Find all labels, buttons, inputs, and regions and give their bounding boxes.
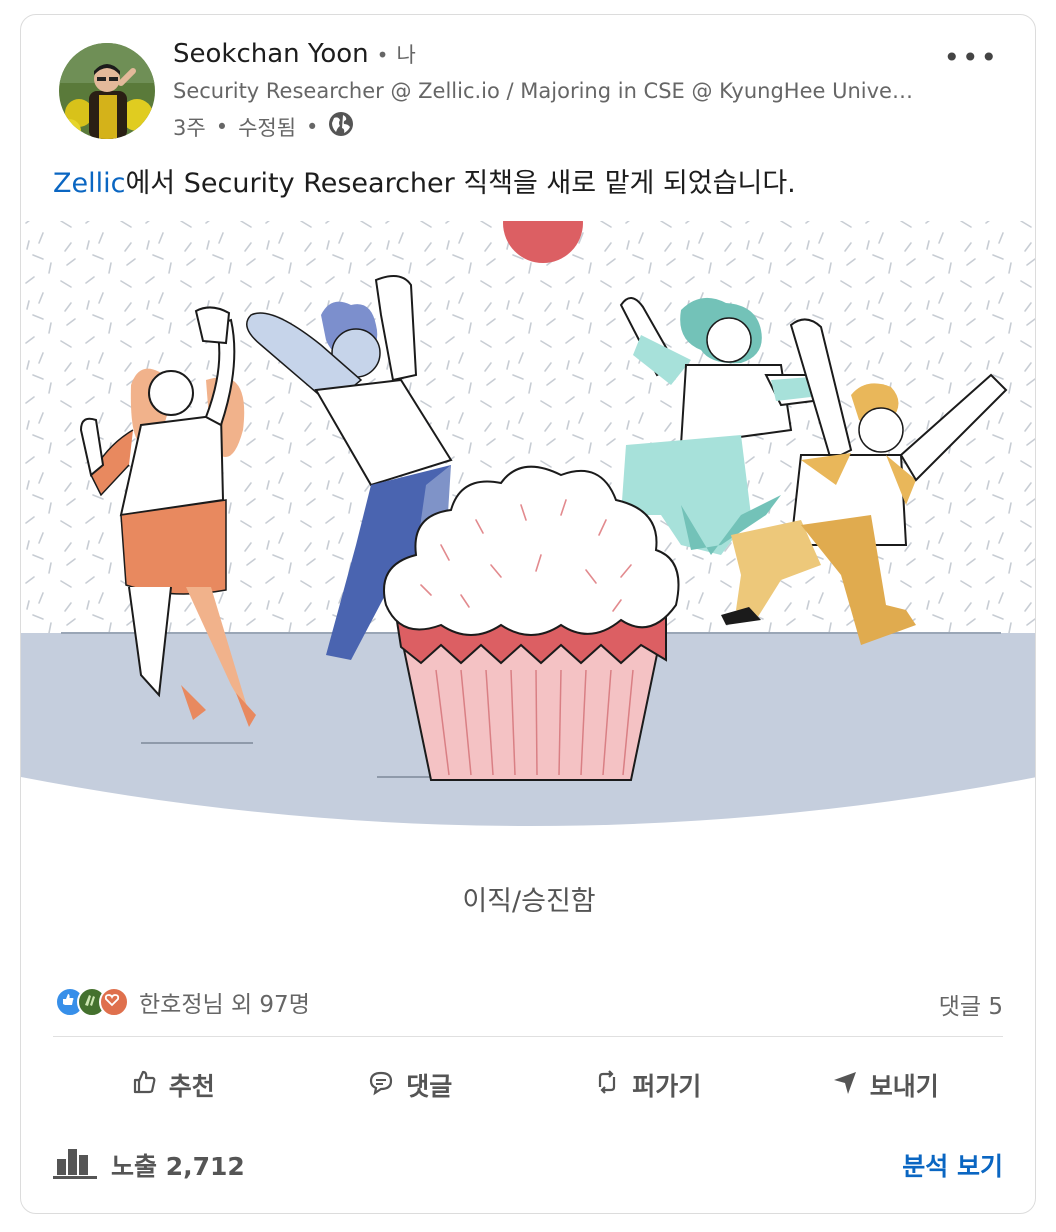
impressions-text: 노출 2,712 [111,1152,245,1181]
separator-dot: • [376,43,389,67]
reactions-summary[interactable]: 한호정님 외 97명 [55,985,310,1019]
image-caption: 이직/승진함 [462,886,596,917]
comment-button[interactable]: 댓글 [291,1055,529,1115]
send-icon [830,1067,860,1103]
separator-dot: • [215,114,229,139]
repost-label: 퍼가기 [632,1072,702,1101]
author-name-row[interactable]: Seokchan Yoon • 나 [173,39,416,69]
comments-count[interactable]: 댓글 5 [939,987,1003,1021]
edited-label: 수정됨 [238,115,297,140]
like-button[interactable]: 추천 [53,1055,291,1115]
love-icon [99,987,129,1017]
globe-icon [328,111,354,142]
post-meta: 3주 • 수정됨 • [173,111,354,142]
repost-button[interactable]: 퍼가기 [528,1055,766,1115]
reaction-icons [55,987,129,1017]
thumbs-up-icon [129,1067,159,1103]
like-label: 추천 [168,1072,215,1101]
author-headline: Security Researcher @ Zellic.io / Majori… [173,79,918,103]
divider [53,1036,1003,1037]
post-footer: 노출 2,712 분석 보기 [53,1145,1003,1185]
comment-label: 댓글 [406,1072,453,1101]
post-time: 3주 [173,115,206,140]
connection-degree: 나 [396,43,416,67]
view-analytics-link[interactable]: 분석 보기 [902,1147,1003,1183]
company-mention-link[interactable]: Zellic [53,168,125,199]
repost-icon [592,1067,622,1103]
action-bar: 추천 댓글 퍼가기 보내기 [53,1055,1003,1115]
bar-chart-icon [53,1145,97,1185]
comment-icon [366,1067,396,1103]
author-name[interactable]: Seokchan Yoon [173,39,369,69]
send-label: 보내기 [869,1072,939,1101]
separator-dot: • [306,114,319,139]
reactions-text[interactable]: 한호정님 외 97명 [139,985,310,1019]
impressions: 노출 2,712 [53,1145,245,1185]
post-image[interactable] [21,183,1035,835]
post-card: Seokchan Yoon • 나 Security Researcher @ Ze… [20,14,1036,1214]
post-body: 에서 Security Researcher 직책을 새로 맡게 되었습니다. [125,168,796,199]
more-options-button[interactable]: ••• [943,41,999,74]
post-text: Zellic에서 Security Researcher 직책을 새로 맡게 되… [53,161,796,200]
send-button[interactable]: 보내기 [766,1055,1004,1115]
author-avatar[interactable] [59,43,155,139]
